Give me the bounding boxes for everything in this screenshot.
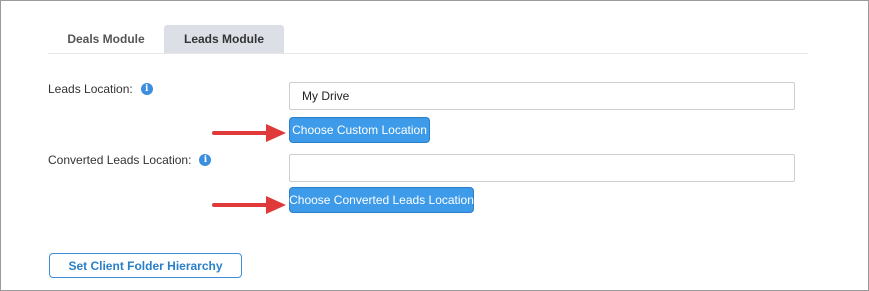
set-client-folder-hierarchy-button[interactable]: Set Client Folder Hierarchy [49, 253, 242, 278]
leads-location-label: Leads Location: [48, 82, 133, 96]
choose-converted-leads-location-button[interactable]: Choose Converted Leads Location [289, 187, 474, 213]
info-icon[interactable]: i [199, 154, 212, 166]
tab-deals-module[interactable]: Deals Module [48, 25, 164, 53]
leads-location-label-group: Leads Location: i [48, 81, 153, 97]
info-icon[interactable]: i [140, 83, 153, 95]
annotation-arrow-icon [212, 196, 286, 214]
leads-location-field[interactable]: My Drive [289, 82, 795, 110]
converted-leads-location-field[interactable] [289, 154, 795, 182]
module-tabs: Deals Module Leads Module [48, 25, 808, 54]
tab-leads-module[interactable]: Leads Module [164, 25, 284, 53]
converted-leads-location-label-group: Converted Leads Location: i [48, 152, 212, 168]
annotation-arrow-icon [212, 124, 286, 142]
converted-leads-location-label: Converted Leads Location: [48, 153, 192, 167]
choose-custom-location-button[interactable]: Choose Custom Location [289, 117, 430, 143]
settings-panel: Deals Module Leads Module Leads Location… [0, 0, 869, 291]
